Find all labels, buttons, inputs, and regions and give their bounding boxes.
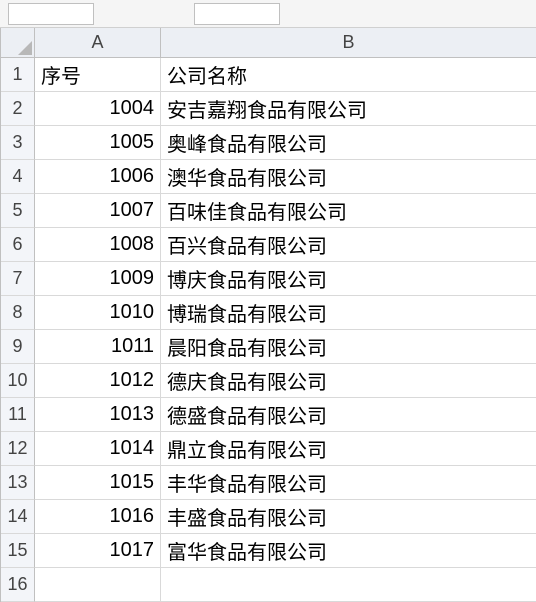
cell-b15[interactable]: 富华食品有限公司 [161,534,536,568]
cell-a15[interactable]: 1017 [35,534,161,568]
row-header[interactable]: 11 [1,398,35,432]
cell-b2[interactable]: 安吉嘉翔食品有限公司 [161,92,536,126]
row-header[interactable]: 14 [1,500,35,534]
row-header[interactable]: 7 [1,262,35,296]
row-header[interactable]: 13 [1,466,35,500]
cell-a4[interactable]: 1006 [35,160,161,194]
cell-a16[interactable] [35,568,161,602]
cell-b9[interactable]: 晨阳食品有限公司 [161,330,536,364]
cell-a14[interactable]: 1016 [35,500,161,534]
cell-b8[interactable]: 博瑞食品有限公司 [161,296,536,330]
cell-a6[interactable]: 1008 [35,228,161,262]
cell-b6[interactable]: 百兴食品有限公司 [161,228,536,262]
select-all-triangle-icon [18,41,32,55]
name-box[interactable] [8,3,94,25]
cell-b1[interactable]: 公司名称 [161,58,536,92]
cell-b7[interactable]: 博庆食品有限公司 [161,262,536,296]
column-header-b[interactable]: B [161,28,536,58]
cell-a2[interactable]: 1004 [35,92,161,126]
cell-b10[interactable]: 德庆食品有限公司 [161,364,536,398]
cell-a3[interactable]: 1005 [35,126,161,160]
cell-b14[interactable]: 丰盛食品有限公司 [161,500,536,534]
row-header[interactable]: 4 [1,160,35,194]
cell-a11[interactable]: 1013 [35,398,161,432]
formula-box[interactable] [194,3,280,25]
cell-b13[interactable]: 丰华食品有限公司 [161,466,536,500]
cell-b12[interactable]: 鼎立食品有限公司 [161,432,536,466]
cell-a12[interactable]: 1014 [35,432,161,466]
row-header[interactable]: 1 [1,58,35,92]
cell-b5[interactable]: 百味佳食品有限公司 [161,194,536,228]
spreadsheet-grid: A B 1 序号 公司名称 2 1004 安吉嘉翔食品有限公司 3 1005 奥… [0,28,536,602]
row-header[interactable]: 10 [1,364,35,398]
select-all-corner[interactable] [1,28,35,58]
row-header[interactable]: 12 [1,432,35,466]
cell-b11[interactable]: 德盛食品有限公司 [161,398,536,432]
row-header[interactable]: 6 [1,228,35,262]
cell-a13[interactable]: 1015 [35,466,161,500]
cell-a10[interactable]: 1012 [35,364,161,398]
row-header[interactable]: 3 [1,126,35,160]
cell-a9[interactable]: 1011 [35,330,161,364]
cell-b16[interactable] [161,568,536,602]
cell-a7[interactable]: 1009 [35,262,161,296]
row-header[interactable]: 2 [1,92,35,126]
row-header[interactable]: 16 [1,568,35,602]
cell-b3[interactable]: 奥峰食品有限公司 [161,126,536,160]
formula-bar-strip [0,0,536,28]
cell-a8[interactable]: 1010 [35,296,161,330]
cell-b4[interactable]: 澳华食品有限公司 [161,160,536,194]
row-header[interactable]: 5 [1,194,35,228]
cell-a5[interactable]: 1007 [35,194,161,228]
row-header[interactable]: 8 [1,296,35,330]
cell-a1[interactable]: 序号 [35,58,161,92]
column-header-a[interactable]: A [35,28,161,58]
row-header[interactable]: 9 [1,330,35,364]
row-header[interactable]: 15 [1,534,35,568]
